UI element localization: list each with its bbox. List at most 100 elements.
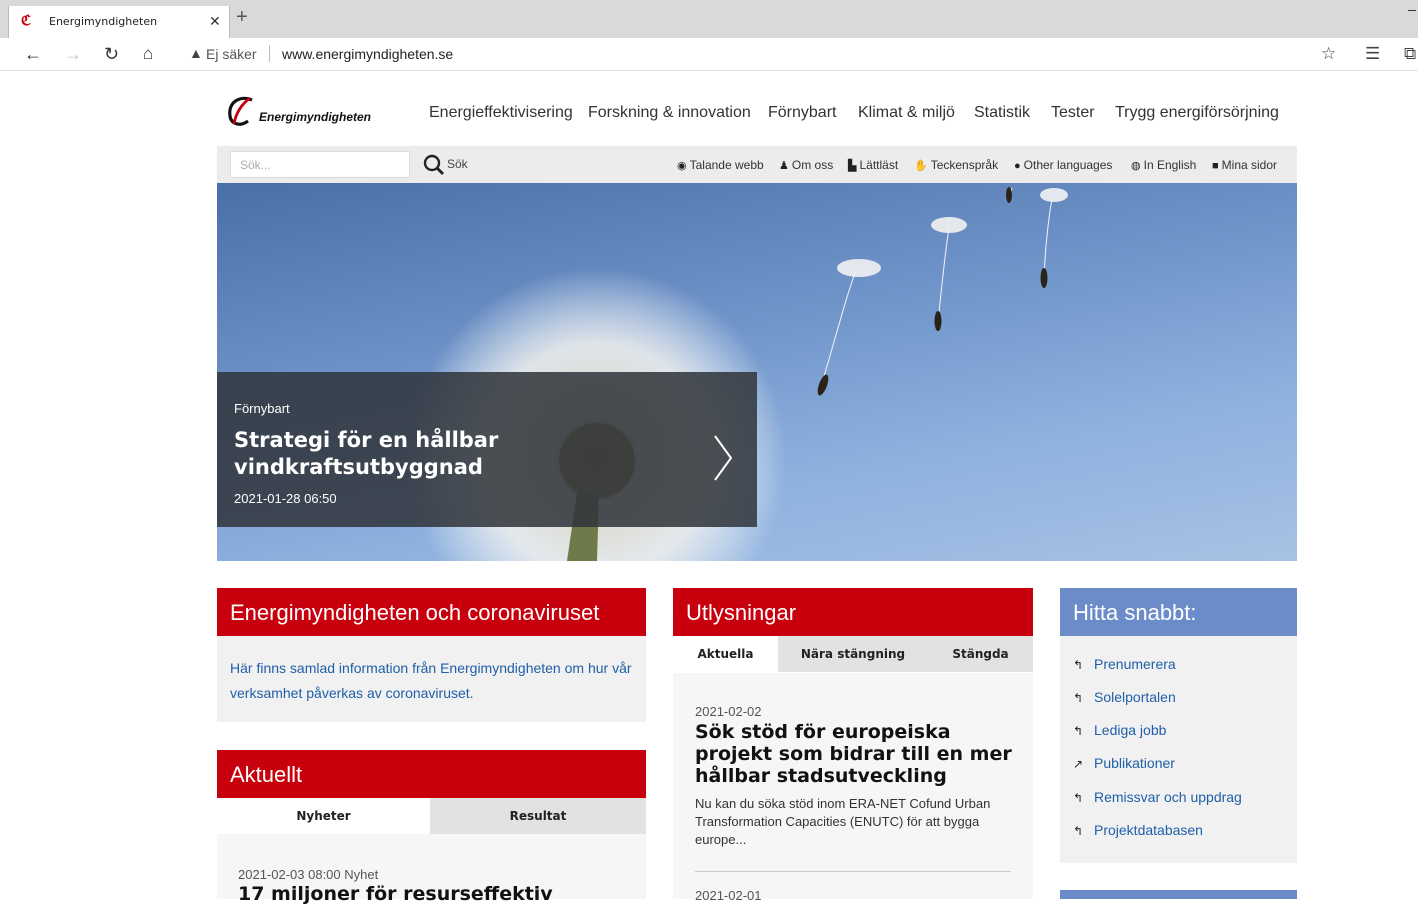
speaker-icon: ◉	[677, 160, 687, 172]
tab-nara-stangning[interactable]: Nära stängning	[778, 636, 928, 672]
favorite-star-icon[interactable]: ☆	[1321, 44, 1336, 64]
util-link-in-english[interactable]: ◍ In English	[1131, 158, 1196, 172]
util-link-lattlast[interactable]: ▙ Lättläst	[848, 158, 898, 172]
quick-links-heading: Hitta snabbt:	[1060, 588, 1297, 636]
utlysningar-heading: Utlysningar	[673, 588, 1033, 636]
forward-arrow-icon[interactable]: →	[64, 44, 82, 64]
tab-nyheter[interactable]: Nyheter	[217, 798, 430, 834]
util-link-label: In English	[1143, 158, 1197, 172]
tab-resultat[interactable]: Resultat	[430, 798, 646, 834]
util-link-teckensprak[interactable]: ✋ Teckenspråk	[914, 158, 998, 172]
share-icon: ↗	[1073, 757, 1084, 771]
quick-link-prenumerera[interactable]: ↰ Prenumerera	[1073, 656, 1176, 672]
chevron-right-icon[interactable]	[711, 434, 735, 482]
search-button-label: Sök	[447, 157, 468, 171]
lock-icon: ■	[1212, 160, 1219, 172]
nav-item-klimat[interactable]: Klimat & miljö	[858, 104, 955, 122]
quick-link-solelportalen[interactable]: ↰ Solelportalen	[1073, 689, 1176, 705]
util-link-other-languages[interactable]: ● Other languages	[1014, 158, 1112, 172]
util-link-label: Om oss	[791, 158, 834, 172]
utlysningar-list: 2021-02-02 Sök stöd för europeiska proje…	[673, 673, 1033, 903]
util-link-mina-sidor[interactable]: ■ Mina sidor	[1212, 158, 1277, 172]
favorites-list-icon[interactable]: ☰	[1365, 44, 1380, 64]
util-link-label: Teckenspråk	[930, 158, 999, 172]
browser-tab-bar: ℭ Energimyndigheten ✕ +	[0, 0, 1418, 38]
security-label[interactable]: Ej säker	[206, 46, 257, 62]
util-link-label: Mina sidor	[1221, 158, 1278, 172]
corona-text[interactable]: Här finns samlad information från Energi…	[217, 636, 646, 722]
hero-title[interactable]: Strategi för en hållbar vindkraftsutbygg…	[234, 427, 654, 481]
quick-link-label: Lediga jobb	[1094, 722, 1167, 738]
nav-item-tester[interactable]: Tester	[1051, 104, 1095, 122]
quick-link-lediga-jobb[interactable]: ↰ Lediga jobb	[1073, 722, 1166, 738]
external-link-icon: ↰	[1073, 691, 1084, 705]
util-link-label: Talande webb	[689, 158, 764, 172]
util-link-label: Other languages	[1023, 158, 1113, 172]
news-list: 2021-02-03 08:00 Nyhet 17 miljoner för r…	[217, 834, 646, 905]
sign-language-icon: ✋	[914, 160, 928, 172]
subscribe-icon: ↰	[1073, 658, 1084, 672]
external-link-icon: ↰	[1073, 724, 1084, 738]
person-icon: ♟	[779, 160, 789, 172]
aktuellt-heading: Aktuellt	[217, 750, 646, 798]
new-tab-icon[interactable]: +	[236, 7, 248, 27]
browser-tab[interactable]: ℭ Energimyndigheten ✕	[8, 6, 230, 38]
utlysning-text: Nu kan du söka stöd inom ERA-NET Cofund …	[695, 796, 991, 847]
hero-date: 2021-01-28 06:50	[234, 491, 337, 506]
logo-swoosh-icon	[228, 96, 253, 126]
tab-title: Energimyndigheten	[49, 15, 158, 28]
search-icon	[423, 154, 444, 175]
search-input[interactable]	[230, 151, 410, 178]
hero-caption[interactable]: Förnybart Strategi för en hållbar vindkr…	[217, 372, 757, 527]
utlysningar-tabs: Aktuella Nära stängning Stängda	[673, 636, 1033, 672]
collections-icon[interactable]: ⧉	[1404, 44, 1416, 64]
external-link-icon: ↰	[1073, 824, 1084, 838]
easy-read-icon: ▙	[848, 160, 857, 172]
hero-carousel[interactable]: Förnybart Strategi för en hållbar vindkr…	[217, 183, 1297, 561]
nav-item-fornybart[interactable]: Förnybart	[768, 104, 836, 122]
logo-text: Energimyndigheten	[259, 110, 372, 124]
utility-bar: Sök ◉Talande webb ♟Om oss ▙Lättläst ✋Tec…	[217, 146, 1297, 183]
main-navigation: Energieffektivisering Forskning & innova…	[429, 104, 1289, 124]
divider	[695, 871, 1011, 872]
quick-link-label: Solelportalen	[1094, 689, 1176, 705]
warning-icon[interactable]: ▲	[189, 45, 203, 61]
nav-item-forskning[interactable]: Forskning & innovation	[588, 104, 751, 122]
url-field[interactable]: www.energimyndigheten.se	[282, 46, 453, 62]
tab-stangda[interactable]: Stängda	[928, 636, 1033, 672]
nav-item-energieffektivisering[interactable]: Energieffektivisering	[429, 104, 573, 122]
external-link-icon: ↰	[1073, 791, 1084, 805]
quick-link-label: Publikationer	[1094, 755, 1175, 771]
url-separator	[269, 45, 270, 62]
quick-link-projektdatabasen[interactable]: ↰ Projektdatabasen	[1073, 822, 1203, 838]
nav-item-trygg[interactable]: Trygg energiförsörjning	[1115, 104, 1279, 122]
hero-category: Förnybart	[234, 401, 290, 416]
quick-links: ↰ Prenumerera ↰ Solelportalen ↰ Lediga jobb…	[1060, 636, 1297, 863]
minimize-icon[interactable]	[1408, 10, 1416, 11]
tab-aktuella[interactable]: Aktuella	[673, 636, 778, 672]
util-link-label: Lättläst	[859, 158, 899, 172]
quick-link-publikationer[interactable]: ↗ Publikationer	[1073, 755, 1175, 771]
globe-icon: ◍	[1131, 160, 1141, 172]
quick-link-remissvar[interactable]: ↰ Remissvar och uppdrag	[1073, 789, 1242, 805]
util-link-om-oss[interactable]: ♟ Om oss	[779, 158, 833, 172]
quick-link-label: Prenumerera	[1094, 656, 1176, 672]
utlysning-title[interactable]: Sök stöd för europeiska projekt som bidr…	[695, 721, 1015, 787]
utlysning-date: 2021-02-01	[695, 888, 762, 903]
utlysning-date: 2021-02-02	[695, 704, 762, 719]
address-bar: ← → ↻ ⌂ ▲ Ej säker www.energimyndigheten…	[0, 38, 1418, 71]
aktuellt-tabs: Nyheter Resultat	[217, 798, 646, 834]
quick-link-label: Projektdatabasen	[1094, 822, 1203, 838]
next-box-heading	[1060, 890, 1297, 899]
refresh-icon[interactable]: ↻	[104, 44, 119, 64]
news-meta: 2021-02-03 08:00 Nyhet	[238, 867, 379, 882]
quick-link-label: Remissvar och uppdrag	[1094, 789, 1242, 805]
home-icon[interactable]: ⌂	[143, 44, 153, 64]
news-title[interactable]: 17 miljoner för resurseffektiv	[238, 883, 553, 905]
corona-heading[interactable]: Energimyndigheten och coronaviruset	[217, 588, 646, 636]
site-logo[interactable]: Energimyndigheten	[226, 94, 376, 130]
nav-item-statistik[interactable]: Statistik	[974, 104, 1030, 122]
back-arrow-icon[interactable]: ←	[24, 44, 42, 64]
close-tab-icon[interactable]: ✕	[209, 13, 221, 30]
util-link-talande-webb[interactable]: ◉ Talande webb	[677, 158, 764, 172]
